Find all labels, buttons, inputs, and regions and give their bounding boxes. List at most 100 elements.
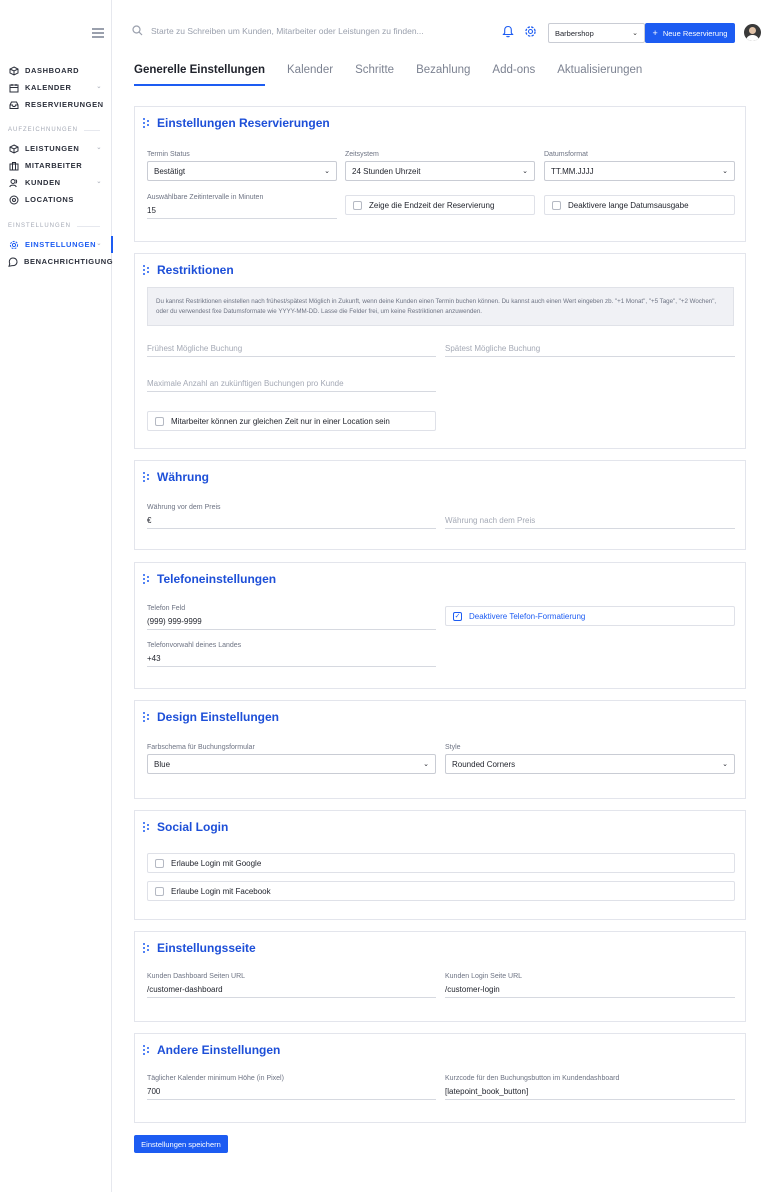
interval-input[interactable]: 15: [147, 204, 337, 219]
max-bookings-field: Maximale Anzahl an zukünftigen Buchungen…: [147, 377, 436, 392]
chevron-down-icon: ⌄: [632, 30, 638, 37]
field-label: Währung vor dem Preis: [147, 504, 221, 511]
sidebar-item-mitarbeiter[interactable]: MITARBEITER: [0, 157, 112, 174]
card-social-login: Social Login Erlaube Login mit Google Er…: [134, 810, 746, 920]
card-phone: Telefoneinstellungen Telefon Feld (999) …: [134, 562, 746, 689]
checkbox-box[interactable]: [155, 858, 164, 868]
endtime-checkbox[interactable]: Zeige die Endzeit der Reservierung: [345, 195, 535, 215]
card-title: Einstellungsseite: [143, 941, 256, 955]
card-other: Andere Einstellungen Täglicher Kalender …: [134, 1033, 746, 1123]
card-title-text: Social Login: [157, 820, 229, 834]
card-design: Design Einstellungen Farbschema für Buch…: [134, 700, 746, 799]
nav-settings: EINSTELLUNGEN ⌄ BENACHRICHTIGUNG: [0, 236, 113, 270]
tab-add-ons[interactable]: Add-ons: [492, 64, 535, 86]
nav-records: LEISTUNGEN ⌄ MITARBEITER KUNDEN ⌄ LOCATI…: [0, 140, 112, 208]
tab-generelle-einstellungen[interactable]: Generelle Einstellungen: [134, 64, 266, 86]
avatar[interactable]: [744, 24, 761, 41]
save-button[interactable]: Einstellungen speichern: [134, 1135, 228, 1153]
sidebar-item-dashboard[interactable]: DASHBOARD: [0, 62, 112, 79]
tab-aktualisierungen[interactable]: Aktualisierungen: [557, 64, 642, 86]
phone-format-input[interactable]: (999) 999-9999: [147, 615, 436, 630]
checkbox-box[interactable]: [155, 416, 164, 426]
longdate-checkbox[interactable]: Deaktivere lange Datumsausgabe: [544, 195, 735, 215]
color-scheme-field: Farbschema für Buchungsformular Blue ⌄: [147, 744, 436, 774]
tab-bezahlung[interactable]: Bezahlung: [416, 64, 470, 86]
sidebar-item-einstellungen[interactable]: EINSTELLUNGEN ⌄: [0, 236, 113, 253]
calendar-height-input[interactable]: 700: [147, 1085, 436, 1100]
checkbox-checked-icon[interactable]: ✓: [453, 611, 462, 621]
chevron-down-icon: ⌄: [722, 761, 728, 768]
card-currency: Währung Währung vor dem Preis € Währung …: [134, 460, 746, 550]
sidebar-item-leistungen[interactable]: LEISTUNGEN ⌄: [0, 140, 112, 157]
chevron-down-icon: ⌄: [522, 168, 528, 175]
sidebar-item-label: EINSTELLUNGEN: [25, 240, 97, 249]
card-title-text: Andere Einstellungen: [157, 1043, 281, 1057]
sidebar-item-locations[interactable]: LOCATIONS: [0, 191, 112, 208]
currency-after-input[interactable]: Währung nach dem Preis: [445, 514, 735, 529]
tab-kalender[interactable]: Kalender: [287, 64, 333, 86]
card-title-text: Einstellungen Reservierungen: [157, 116, 330, 130]
checkbox-box[interactable]: [552, 200, 561, 210]
checkbox-label: Mitarbeiter können zur gleichen Zeit nur…: [171, 416, 390, 426]
currency-before-input[interactable]: €: [147, 514, 436, 529]
sidebar-item-reservierungen[interactable]: RESERVIERUNGEN ⌄: [0, 96, 112, 113]
shortcode-input[interactable]: [latepoint_book_button]: [445, 1085, 735, 1100]
checkbox-box[interactable]: [353, 200, 362, 210]
dashboard-url-field: Kunden Dashboard Seiten URL /customer-da…: [147, 973, 436, 998]
menu-icon[interactable]: [92, 28, 104, 38]
sidebar-item-label: RESERVIERUNGEN: [25, 100, 104, 109]
chevron-down-icon: ⌄: [96, 101, 102, 107]
search-bar[interactable]: Starte zu Schreiben um Kunden, Mitarbeit…: [132, 25, 424, 36]
select-value: Bestätigt: [154, 167, 186, 176]
latest-booking-input[interactable]: Spätest Mögliche Buchung: [445, 342, 735, 357]
status-select[interactable]: Bestätigt ⌄: [147, 161, 337, 181]
style-select[interactable]: Rounded Corners ⌄: [445, 754, 735, 774]
select-value: 24 Stunden Uhrzeit: [352, 167, 421, 176]
card-title: Währung: [143, 470, 209, 484]
max-bookings-input[interactable]: Maximale Anzahl an zukünftigen Buchungen…: [147, 377, 436, 392]
sidebar-item-kalender[interactable]: KALENDER ⌄: [0, 79, 112, 96]
section-label-records: AUFZEICHNUNGEN: [0, 123, 112, 137]
sidebar-item-label: KUNDEN: [25, 178, 61, 187]
drag-dots-icon: [143, 1044, 151, 1057]
time-system-select[interactable]: 24 Stunden Uhrzeit ⌄: [345, 161, 535, 181]
date-format-select[interactable]: TT.MM.JJJJ ⌄: [544, 161, 735, 181]
date-field: Datumsformat TT.MM.JJJJ ⌄: [544, 151, 735, 181]
new-reservation-button[interactable]: + Neue Reservierung: [645, 23, 735, 43]
search-icon: [132, 25, 143, 36]
color-scheme-select[interactable]: Blue ⌄: [147, 754, 436, 774]
box-icon: [8, 65, 19, 76]
login-url-input[interactable]: /customer-login: [445, 983, 735, 998]
sidebar-item-benachrichtigung[interactable]: BENACHRICHTIGUNG: [0, 253, 113, 270]
location-restriction-checkbox[interactable]: Mitarbeiter können zur gleichen Zeit nur…: [147, 411, 436, 431]
chevron-down-icon: ⌄: [96, 179, 102, 185]
restrictions-info: Du kannst Restriktionen einstellen nach …: [147, 287, 734, 326]
phone-prefix-input[interactable]: +43: [147, 652, 436, 667]
field-label: Telefonvorwahl deines Landes: [147, 642, 242, 649]
location-select[interactable]: Barbershop ⌄: [548, 23, 645, 43]
search-input[interactable]: Starte zu Schreiben um Kunden, Mitarbeit…: [151, 26, 424, 36]
phone-formatting-checkbox[interactable]: ✓ Deaktivere Telefon-Formatierung: [445, 606, 735, 626]
tab-schritte[interactable]: Schritte: [355, 64, 394, 86]
drag-dots-icon: [143, 471, 151, 484]
users-icon: [8, 177, 19, 188]
chevron-down-icon: ⌄: [324, 168, 330, 175]
field-label: Täglicher Kalender minimum Höhe (in Pixe…: [147, 1075, 284, 1082]
sidebar-item-kunden[interactable]: KUNDEN ⌄: [0, 174, 112, 191]
time-field: Zeitsystem 24 Stunden Uhrzeit ⌄: [345, 151, 535, 181]
bell-icon[interactable]: [502, 25, 514, 43]
checkbox-box[interactable]: [155, 886, 164, 896]
card-title-text: Design Einstellungen: [157, 710, 280, 724]
dashboard-url-input[interactable]: /customer-dashboard: [147, 983, 436, 998]
style-field: Style Rounded Corners ⌄: [445, 744, 735, 774]
inbox-icon: [8, 99, 19, 110]
plus-icon: +: [652, 28, 658, 38]
sidebar-item-label: KALENDER: [25, 83, 72, 92]
earliest-booking-input[interactable]: Frühest Mögliche Buchung: [147, 342, 436, 357]
currency-after-field: Währung nach dem Preis: [445, 514, 735, 529]
gear-icon[interactable]: [524, 25, 537, 43]
facebook-login-checkbox[interactable]: Erlaube Login mit Facebook: [147, 881, 735, 901]
field-label: Kunden Dashboard Seiten URL: [147, 973, 246, 980]
checkbox-label: Erlaube Login mit Google: [171, 858, 262, 868]
google-login-checkbox[interactable]: Erlaube Login mit Google: [147, 853, 735, 873]
